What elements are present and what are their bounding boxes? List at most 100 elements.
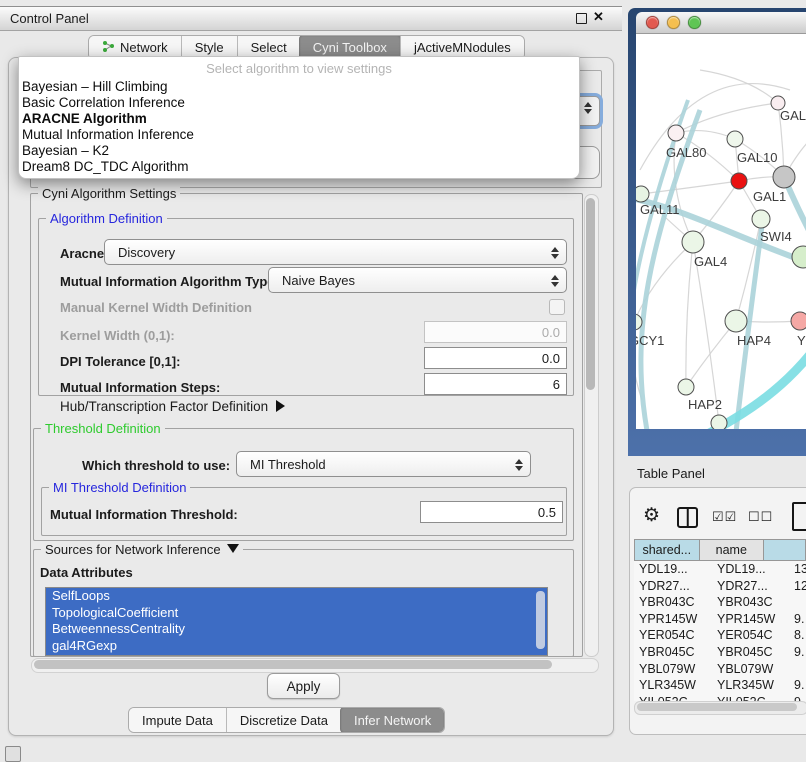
tab-impute-data[interactable]: Impute Data [129,708,226,732]
attribute-item[interactable]: TopologicalCoefficient [46,605,547,622]
tab-label: Network [120,40,168,55]
attribute-item[interactable]: SelfLoops [46,588,547,605]
list-scrollbar[interactable] [536,591,545,649]
settings-horizontal-scrollbar[interactable] [31,658,599,673]
node-label: HAP4 [737,333,771,348]
float-window-icon[interactable] [576,13,587,24]
table-cell: YDR27... [634,578,712,595]
network-node[interactable] [711,415,727,429]
algorithm-option[interactable]: ARACNE Algorithm [19,111,579,127]
settings-vertical-scrollbar[interactable] [584,194,599,657]
manual-kernel-checkbox[interactable] [549,299,565,315]
sources-disclosure[interactable]: Sources for Network Inference [41,542,243,557]
tab-discretize-data[interactable]: Discretize Data [226,708,341,732]
kernel-width-field[interactable]: 0.0 [424,321,567,343]
show-columns-icon[interactable] [677,507,698,528]
network-node-gal1[interactable] [731,173,747,189]
table-row[interactable]: YDL19...YDL19...13 [634,561,806,578]
tab-label: Infer Network [354,713,431,728]
network-node-hap4[interactable] [725,310,747,332]
table-row[interactable]: YIL052CYIL052C9 [634,694,806,701]
table-cell: YLR345W [634,677,712,694]
select-all-icon[interactable]: ☑☑ [712,509,737,525]
table-cell: YBR043C [712,594,789,611]
threshold-definition-title: Threshold Definition [41,421,165,436]
which-threshold-combo[interactable]: MI Threshold [236,451,531,477]
network-node-gal4[interactable] [682,231,704,253]
algorithm-option[interactable]: Bayesian – Hill Climbing [19,79,579,95]
network-canvas[interactable]: GALGAL80GAL10GAL1GAL11SWI4GAL4GCY1HAP4YH… [636,34,806,429]
node-label: GAL1 [753,189,786,204]
table-horizontal-scrollbar[interactable] [634,701,806,715]
table-header-cell[interactable]: shared... [634,539,700,561]
close-panel-icon[interactable]: ✕ [593,9,604,25]
node-label: HAP2 [688,397,722,412]
network-graph-icon [102,40,115,56]
algorithm-option[interactable]: Mutual Information Inference [19,127,579,143]
table-header-cell[interactable] [764,539,806,561]
network-node[interactable] [792,246,806,268]
control-panel-title: Control Panel [10,11,89,26]
kernel-width-label: Kernel Width (0,1): [60,328,175,343]
cyni-toolbox-bottom-tabs: Impute DataDiscretize Data Infer Network [128,707,445,733]
algorithm-dropdown-placeholder: Select algorithm to view settings [19,57,579,79]
mi-type-combo[interactable]: Naive Bayes [268,267,567,293]
table-cell: 13 [789,561,806,578]
mi-steps-field[interactable]: 6 [424,373,567,395]
table-header-cell[interactable]: name [700,539,765,561]
table-cell: 8. [789,627,806,644]
table-row[interactable]: YLR345WYLR345W9. [634,677,806,694]
algorithm-option[interactable]: Bayesian – K2 [19,143,579,159]
hub-definition-disclosure[interactable]: Hub/Transcription Factor Definition [60,399,285,414]
dock-restore-icon[interactable] [5,746,21,762]
mi-threshold-group-title: MI Threshold Definition [49,480,190,495]
apply-button[interactable]: Apply [267,673,340,699]
gear-icon[interactable]: ⚙ [643,504,660,527]
node-label: GAL4 [694,254,727,269]
network-window-titlebar[interactable] [636,12,806,34]
table-row[interactable]: YPR145WYPR145W9. [634,611,806,628]
network-node-hap2[interactable] [678,379,694,395]
aracne-mode-combo[interactable]: Discovery [104,239,567,265]
table-cell: YBL079W [712,661,789,678]
mi-threshold-field[interactable]: 0.5 [420,501,563,523]
table-row[interactable]: YDR27...YDR27...12 [634,578,806,595]
table-row[interactable]: YER054CYER054C8. [634,627,806,644]
table-cell: YIL052C [634,694,712,701]
network-node-gal80[interactable] [668,125,684,141]
table-row[interactable]: YBR043CYBR043C [634,594,806,611]
data-attributes-label: Data Attributes [40,565,133,580]
dpi-tolerance-field[interactable]: 0.0 [424,347,567,369]
network-edge[interactable] [686,321,736,387]
table-panel-title: Table Panel [637,466,705,481]
attribute-item[interactable]: BetweennessCentrality [46,621,547,638]
algorithm-option[interactable]: Dream8 DC_TDC Algorithm [19,159,579,175]
tab-infer-network[interactable]: Infer Network [340,707,445,733]
network-node[interactable] [773,166,795,188]
network-edge[interactable] [693,242,719,423]
close-light-icon[interactable] [646,16,659,29]
unselect-all-icon[interactable]: ☐☐ [748,509,773,525]
dpi-tolerance-label: DPI Tolerance [0,1]: [60,354,180,369]
network-node-gal11[interactable] [636,186,649,202]
node-label: GAL [780,108,806,123]
zoom-light-icon[interactable] [688,16,701,29]
network-edge[interactable] [700,70,778,103]
network-node-swi4[interactable] [752,210,770,228]
minimize-light-icon[interactable] [667,16,680,29]
combo-stepper-icon [549,272,560,289]
expanded-arrow-icon [227,544,239,553]
data-attributes-list[interactable]: SelfLoopsTopologicalCoefficientBetweenne… [45,587,548,656]
manual-kernel-label: Manual Kernel Width Definition [60,300,252,315]
table-cell: YER054C [634,627,712,644]
mi-steps-value: 6 [553,377,560,392]
new-table-icon[interactable] [792,502,806,531]
network-node-gal10[interactable] [727,131,743,147]
network-edge[interactable] [686,242,693,387]
table-row[interactable]: YBR045CYBR045C9. [634,644,806,661]
algorithm-option[interactable]: Basic Correlation Inference [19,95,579,111]
table-cell: 9. [789,611,806,628]
attribute-item[interactable]: gal4RGexp [46,638,547,655]
network-node-y[interactable] [791,312,806,330]
table-row[interactable]: YBL079WYBL079W [634,661,806,678]
